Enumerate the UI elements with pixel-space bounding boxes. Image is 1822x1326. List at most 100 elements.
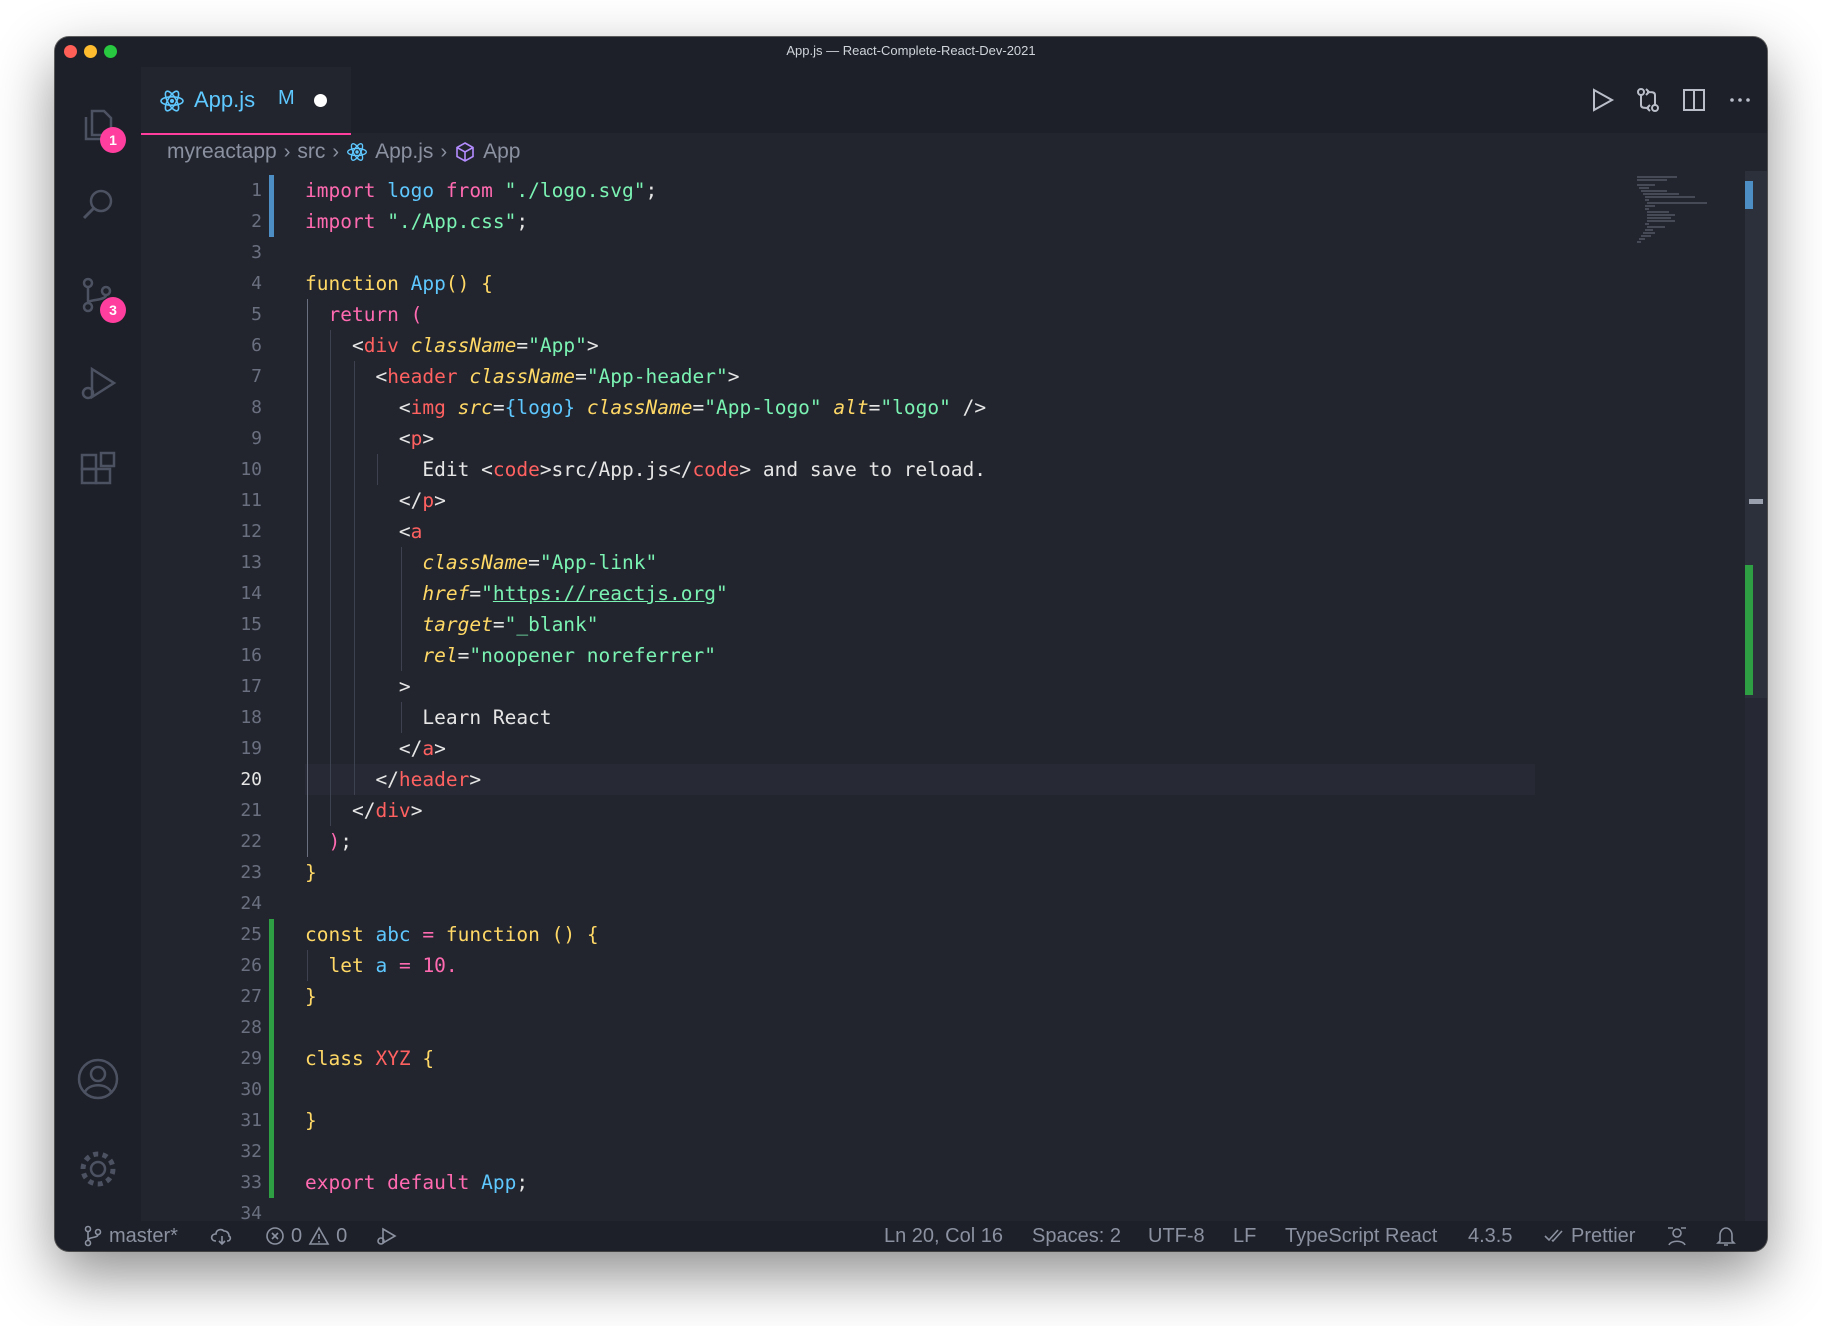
explorer-badge: 1 [100, 127, 126, 153]
diff-marker[interactable] [269, 919, 274, 1198]
code-token: > [410, 799, 423, 822]
error-icon [266, 1227, 284, 1245]
scrollbar-diff-marker [1745, 565, 1753, 695]
line-number: 32 [240, 1141, 262, 1162]
code-token: < [305, 334, 364, 357]
code-token: a [422, 737, 435, 760]
encoding[interactable]: UTF-8 [1148, 1223, 1205, 1249]
code-token: a [410, 520, 423, 543]
code-line[interactable]: rel="noopener noreferrer" [305, 640, 716, 671]
code-line[interactable]: </p> [305, 485, 446, 516]
diff-marker[interactable] [269, 175, 274, 237]
breadcrumb-item-file[interactable]: App.js [375, 140, 433, 164]
code-line[interactable]: export default App; [305, 1167, 528, 1198]
more-actions-button[interactable] [1723, 83, 1757, 117]
code-token: function [305, 272, 411, 295]
code-line[interactable]: return ( [305, 299, 422, 330]
split-editor-button[interactable] [1677, 83, 1711, 117]
accounts-button[interactable] [72, 1053, 124, 1105]
vertical-scrollbar[interactable] [1745, 171, 1767, 1221]
line-number: 3 [251, 242, 262, 263]
code-token: import [305, 179, 388, 202]
code-token: "./logo.svg" [504, 179, 646, 202]
breadcrumb-item-src[interactable]: src [297, 140, 325, 164]
code-line[interactable]: function App() { [305, 268, 493, 299]
run-button[interactable] [1585, 83, 1619, 117]
code-line[interactable]: Edit <code>src/App.js</code> and save to… [305, 454, 986, 485]
code-line[interactable]: } [305, 1105, 317, 1136]
end-of-line[interactable]: LF [1233, 1223, 1256, 1249]
code-line[interactable]: class XYZ { [305, 1043, 434, 1074]
language-mode[interactable]: TypeScript React [1285, 1223, 1437, 1249]
branch-name: master* [109, 1224, 178, 1247]
line-number: 5 [251, 304, 262, 325]
code-line[interactable]: href="https://reactjs.org" [305, 578, 727, 609]
code-line[interactable]: </div> [305, 795, 422, 826]
code-token: div [375, 799, 411, 822]
code-token: "App-header" [586, 365, 728, 388]
code-line[interactable]: className="App-link" [305, 547, 657, 578]
code-line[interactable]: target="_blank" [305, 609, 598, 640]
indentation[interactable]: Spaces: 2 [1032, 1223, 1121, 1249]
feedback-button[interactable] [1665, 1223, 1689, 1249]
code-line[interactable]: } [305, 981, 317, 1012]
manage-button[interactable] [72, 1143, 124, 1195]
code-editor[interactable]: 1 2 3 4 5 6 7 8 9 10 11 12 13 14 15 16 17 18 19 20 21 22 23 24 2… [141, 171, 1767, 1221]
code-line[interactable]: </header> [305, 764, 481, 795]
branch-indicator[interactable]: master* [83, 1223, 178, 1249]
typescript-version[interactable]: 4.3.5 [1468, 1223, 1512, 1249]
code-line[interactable]: import "./App.css"; [305, 206, 528, 237]
prettier-status[interactable]: Prettier [1543, 1223, 1635, 1249]
breadcrumb-item-symbol[interactable]: App [483, 140, 520, 164]
code-token: > [469, 768, 482, 791]
unsaved-dot[interactable] [314, 94, 327, 107]
code-token: = [492, 396, 505, 419]
code-line[interactable]: const abc = function () { [305, 919, 599, 950]
code-line[interactable]: </a> [305, 733, 446, 764]
code-line[interactable]: Learn React [305, 702, 551, 733]
code-token: } [305, 861, 317, 884]
cursor-position[interactable]: Ln 20, Col 16 [884, 1223, 1003, 1249]
extensions-button[interactable] [72, 445, 124, 497]
search-button[interactable] [72, 179, 124, 231]
code-token: ( [410, 303, 423, 326]
line-number: 7 [251, 366, 262, 387]
line-number: 25 [240, 924, 262, 945]
code-token: XYZ [375, 1047, 411, 1070]
code-line[interactable]: <header className="App-header"> [305, 361, 739, 392]
tab-app-js[interactable]: App.js M [141, 67, 351, 135]
debug-status-button[interactable] [375, 1223, 397, 1249]
code-line[interactable]: <a [305, 516, 423, 547]
explorer-button[interactable]: 1 [72, 99, 126, 153]
code-token: "App" [528, 334, 587, 357]
code-token: /> [950, 396, 987, 419]
breadcrumb-item-folder[interactable]: myreactapp [167, 140, 277, 164]
code-token: > [586, 334, 599, 357]
line-number: 15 [240, 614, 262, 635]
code-line[interactable]: import logo from "./logo.svg"; [305, 175, 657, 206]
code-line[interactable]: let a = 10. [305, 950, 457, 981]
code-line[interactable]: <div className="App"> [305, 330, 599, 361]
code-token: < [305, 427, 411, 450]
code-line[interactable]: } [305, 857, 317, 888]
sync-button[interactable] [210, 1223, 234, 1249]
minimap[interactable] [1633, 171, 1743, 251]
compare-button[interactable] [1631, 83, 1665, 117]
code-line[interactable]: <img src={logo} className="App-logo" alt… [305, 392, 986, 423]
warning-icon [308, 1226, 330, 1245]
code-token: let [305, 954, 376, 977]
code-line[interactable]: > [305, 671, 411, 702]
run-debug-button[interactable] [72, 357, 124, 409]
code-token: < [305, 520, 411, 543]
code-line[interactable]: ); [305, 826, 352, 857]
code-line[interactable]: <p> [305, 423, 434, 454]
code-token: function [445, 923, 552, 946]
source-control-button[interactable]: 3 [72, 269, 126, 323]
problems-indicator[interactable]: 0 0 [265, 1223, 347, 1249]
line-number: 2 [251, 211, 262, 232]
chevron-right-icon: › [332, 140, 340, 163]
react-icon [347, 143, 368, 161]
code-token: < [305, 365, 388, 388]
notifications-button[interactable] [1715, 1223, 1737, 1249]
